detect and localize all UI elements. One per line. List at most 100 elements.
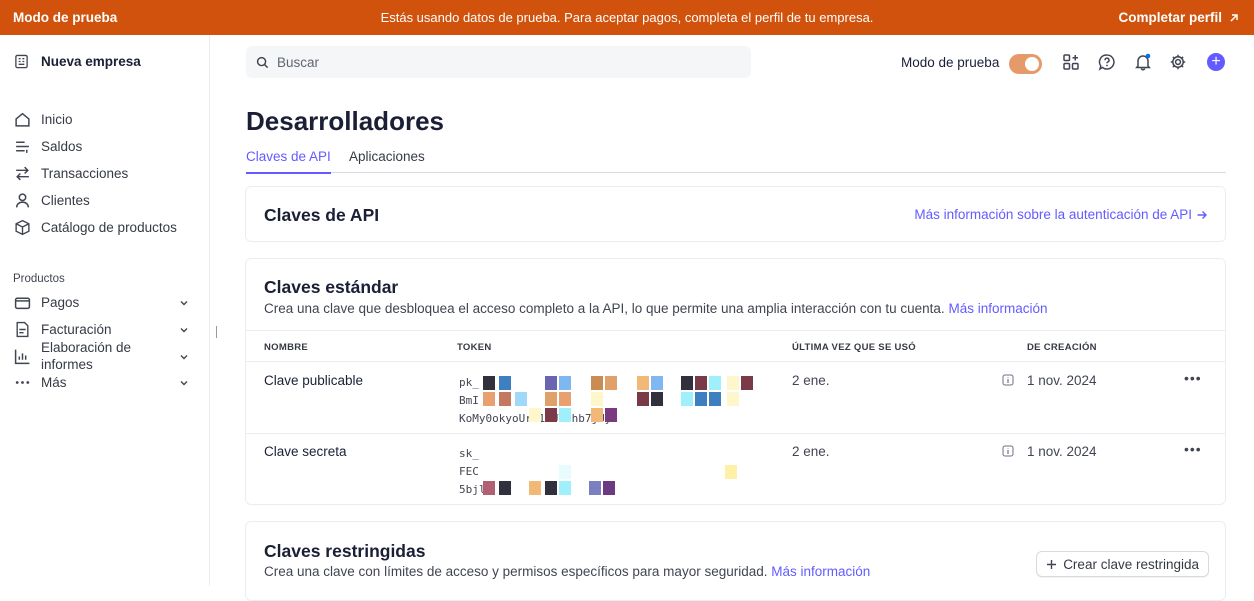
sidebar-item-saldos[interactable]: Saldos — [14, 138, 190, 155]
chevron-down-icon — [180, 380, 188, 385]
restricted-keys-card: Claves restringidas Crea una clave con l… — [245, 521, 1226, 601]
account-switcher[interactable]: Nueva empresa — [14, 54, 141, 69]
redaction-block — [545, 376, 557, 390]
description-text: Crea una clave con límites de acceso y p… — [264, 564, 768, 579]
more-info-link[interactable]: Más información — [771, 564, 870, 579]
standard-keys-card: Claves estándar Crea una clave que desbl… — [245, 258, 1226, 505]
redaction-block — [591, 408, 603, 422]
redaction-block — [605, 408, 617, 422]
info-icon[interactable] — [1002, 374, 1014, 386]
redaction-block — [651, 376, 663, 390]
key-name: Clave publicable — [264, 373, 364, 388]
search-input[interactable]: Buscar — [246, 46, 751, 78]
token-value[interactable]: sk_ FEC 5bjl — [459, 445, 754, 499]
restricted-keys-heading: Claves restringidas — [264, 541, 426, 561]
more-info-link[interactable]: Más información — [948, 301, 1047, 316]
redaction-block — [695, 392, 707, 406]
create-restricted-key-button[interactable]: Crear clave restringida — [1036, 551, 1209, 577]
token-line: 5bjl — [459, 483, 486, 496]
help-icon[interactable] — [1098, 53, 1116, 71]
info-icon[interactable] — [1002, 445, 1014, 457]
redaction-block — [695, 376, 707, 390]
sidebar-item-inicio[interactable]: Inicio — [14, 111, 190, 128]
create-restricted-key-label: Crear clave restringida — [1063, 556, 1199, 572]
sidebar-item-informes[interactable]: Elaboración de informes — [14, 339, 132, 373]
payments-icon — [14, 297, 31, 310]
building-icon — [15, 54, 28, 69]
table-row[interactable]: Clave secreta sk_ FEC 5bjl 2 ene. 1 nov.… — [246, 434, 1225, 505]
token-line: BmI — [459, 394, 479, 407]
last-used-value: 2 ene. — [792, 444, 830, 459]
sidebar-item-facturacion[interactable]: Facturación — [14, 321, 190, 338]
token-line: FEC — [459, 465, 479, 478]
redaction-block — [559, 376, 571, 390]
sidebar-item-transacciones[interactable]: Transacciones — [14, 165, 190, 182]
redaction-block — [727, 392, 739, 406]
api-keys-card: Claves de API Más información sobre la a… — [245, 186, 1226, 242]
page-title: Desarrolladores — [246, 106, 444, 136]
sidebar-item-label: Catálogo de productos — [41, 220, 177, 235]
redaction-block — [591, 376, 603, 390]
account-name: Nueva empresa — [41, 54, 141, 69]
description-text: Crea una clave que desbloquea el acceso … — [264, 301, 945, 316]
redaction-block — [589, 481, 601, 495]
redaction-block — [637, 376, 649, 390]
redaction-block — [545, 481, 557, 495]
redaction-block — [559, 392, 571, 406]
auth-docs-label: Más información sobre la autenticación d… — [914, 207, 1192, 222]
redaction-block — [709, 392, 721, 406]
create-plus-icon[interactable]: + — [1207, 53, 1225, 71]
standard-keys-description: Crea una clave que desbloquea el acceso … — [264, 301, 1048, 316]
row-overflow-menu-icon[interactable]: ••• — [1184, 441, 1202, 457]
auth-docs-link[interactable]: Más información sobre la autenticación d… — [914, 207, 1208, 222]
redaction-block — [559, 465, 571, 479]
redaction-block — [559, 408, 571, 422]
settings-gear-icon[interactable] — [1169, 53, 1187, 71]
test-mode-label: Modo de prueba — [901, 55, 1000, 70]
redaction-block — [725, 465, 737, 479]
test-mode-banner: Modo de prueba Estás usando datos de pru… — [0, 0, 1254, 35]
tab-aplicaciones[interactable]: Aplicaciones — [349, 149, 425, 164]
api-keys-heading: Claves de API — [264, 205, 380, 225]
token-value[interactable]: pk_ BmI KoMy0okyoUrK10UTihb7jUy — [459, 374, 754, 428]
last-used-value: 2 ene. — [792, 373, 830, 388]
arrow-up-right-icon — [1230, 13, 1238, 22]
redaction-block — [681, 392, 693, 406]
sidebar-item-label: Elaboración de informes — [41, 340, 132, 372]
complete-profile-link[interactable]: Completar perfil — [1118, 10, 1240, 25]
keys-table-header: NOMBRE TOKEN ÚLTIMA VEZ QUE SE USÓ DE CR… — [246, 330, 1225, 362]
complete-profile-label: Completar perfil — [1118, 10, 1222, 25]
created-value: 1 nov. 2024 — [1027, 444, 1097, 459]
sidebar-section-label: Productos — [13, 273, 65, 285]
arrow-right-icon — [1197, 210, 1207, 219]
sidebar-resize-handle[interactable] — [216, 326, 217, 338]
sidebar-item-label: Clientes — [41, 193, 90, 208]
tab-claves-de-api[interactable]: Claves de API — [246, 149, 331, 174]
redaction-block — [651, 392, 663, 406]
redaction-block — [545, 408, 557, 422]
sidebar-item-clientes[interactable]: Clientes — [14, 192, 190, 209]
sidebar-item-catalogo[interactable]: Catálogo de productos — [14, 219, 190, 236]
row-overflow-menu-icon[interactable]: ••• — [1184, 370, 1202, 386]
search-icon — [256, 56, 269, 68]
sidebar-item-label: Inicio — [41, 112, 73, 127]
sidebar-item-mas[interactable]: Más — [14, 374, 190, 391]
sidebar-item-pagos[interactable]: Pagos — [14, 294, 190, 311]
redaction-block — [559, 481, 571, 495]
redaction-block — [499, 392, 511, 406]
table-row[interactable]: Clave publicable pk_ BmI KoMy0okyoUrK10U… — [246, 363, 1225, 434]
customers-icon — [15, 193, 30, 208]
sidebar-item-label: Pagos — [41, 295, 80, 310]
chevron-down-icon — [180, 355, 188, 360]
redaction-block — [741, 376, 753, 390]
column-header-name: NOMBRE — [264, 342, 309, 353]
apps-icon[interactable] — [1062, 53, 1080, 71]
search-placeholder: Buscar — [277, 54, 320, 70]
redaction-block — [709, 376, 721, 390]
token-line: sk_ — [459, 447, 479, 460]
column-header-token: TOKEN — [457, 342, 492, 353]
notifications-icon[interactable] — [1134, 53, 1152, 71]
sidebar-item-label: Saldos — [41, 139, 83, 154]
test-mode-toggle[interactable] — [1009, 54, 1042, 74]
balances-icon — [16, 141, 29, 153]
